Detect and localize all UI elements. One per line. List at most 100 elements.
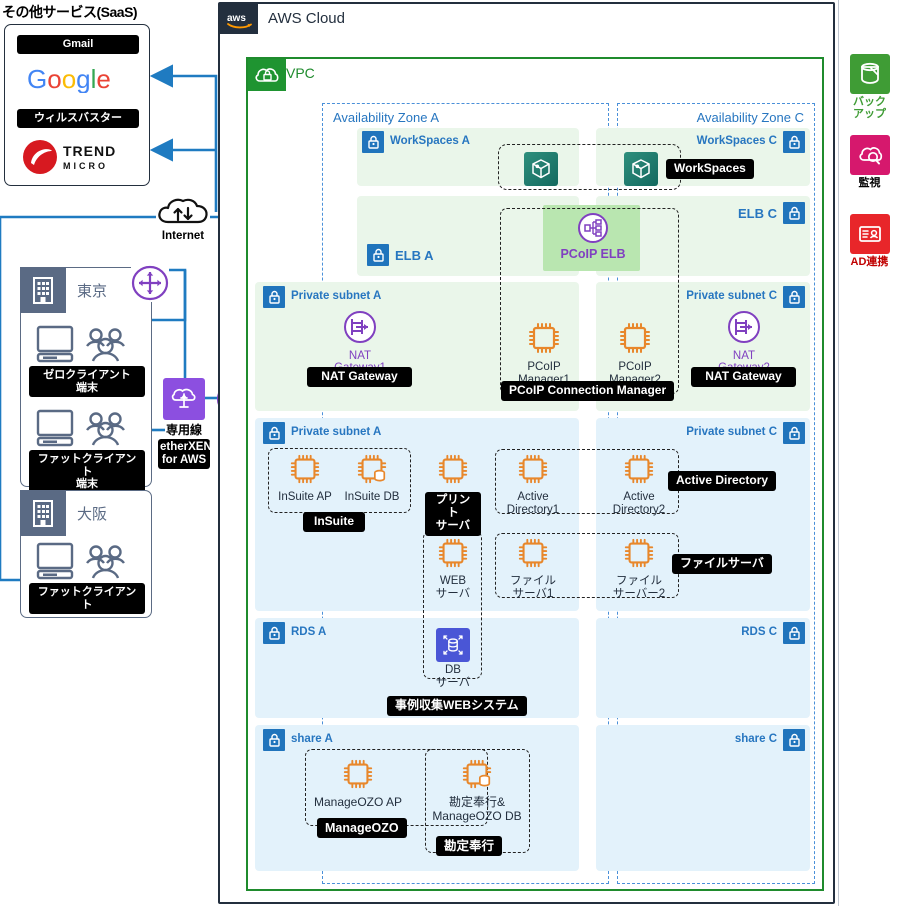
legend-item-monitoring-label: 監視: [858, 177, 881, 189]
node-kanjo-manageozo-db: 勘定奉行& ManageOZO DB: [428, 757, 526, 824]
ec2-instance-icon: [438, 538, 468, 568]
ec2-instance-icon: [438, 454, 468, 484]
tokyo-client-1-tag: ファットクライアント 端末: [29, 450, 145, 494]
office-tokyo-name: 東京: [77, 283, 108, 300]
legend-item-ad-integration-label: AD連携: [850, 256, 889, 268]
direct-connect-tag: etherXEN for AWS: [158, 439, 212, 470]
node-db-server: DB サーバ: [425, 628, 481, 690]
node-file-server-1: ファイル サーバ1: [503, 536, 563, 601]
google-logo: Google: [27, 64, 131, 94]
node-nat-gateway-1: NAT Gateway1: [323, 310, 397, 374]
band-rds-c: RDS C: [596, 618, 810, 718]
internet-label: Internet: [161, 230, 205, 242]
insuite-tag: InSuite: [303, 512, 365, 532]
saas-title: その他サービス(SaaS): [2, 4, 138, 20]
node-db-server-label: DB サーバ: [435, 664, 471, 690]
lock-icon: [263, 422, 285, 444]
node-file-server-2: ファイル サーバー2: [608, 536, 670, 601]
node-active-directory-1: Active Directory1: [503, 452, 563, 517]
node-insuite-db-label: InSuite DB: [344, 491, 400, 503]
ec2-database-icon: [357, 454, 387, 484]
node-insuite-ap-label: InSuite AP: [278, 491, 332, 503]
tokyo-client-0-tag: ゼロクライアント 端末: [29, 366, 145, 398]
svg-text:TREND: TREND: [63, 143, 116, 159]
lock-icon: [783, 622, 805, 644]
legend-item-ad-integration: AD連携: [840, 214, 899, 268]
node-active-directory-2-label: Active Directory2: [612, 491, 666, 517]
legend-item-backup-label: バック アップ: [853, 96, 886, 121]
node-workspaces-c: [624, 152, 658, 186]
desktop-users-icon: [35, 408, 139, 453]
manageozo-tag: ManageOZO: [317, 818, 407, 839]
legend-item-monitoring: 監視: [840, 135, 899, 189]
file-server-tag: ファイルサーバ: [672, 554, 772, 574]
svg-text:aws: aws: [227, 13, 246, 24]
elb-icon: [578, 213, 608, 243]
lock-icon: [783, 422, 805, 444]
svg-text:MICRO: MICRO: [63, 161, 108, 171]
lock-icon: [263, 622, 285, 644]
node-pcoip-elb-label: PCoIP ELB: [560, 247, 626, 261]
kanjo-bugyo-tag: 勘定奉行: [436, 836, 503, 857]
workspaces-icon: [524, 152, 558, 186]
directory-service-icon: [849, 214, 890, 254]
svg-text:Google: Google: [27, 65, 111, 93]
node-pcoip-elb: [573, 212, 613, 249]
ec2-instance-icon: [624, 454, 654, 484]
band-share-c: share C: [596, 725, 810, 871]
ec2-instance-icon: [529, 323, 559, 353]
aws-cloud-title: AWS Cloud: [268, 10, 345, 27]
ec2-instance-icon: [620, 323, 650, 353]
internet-cloud-icon: [158, 198, 208, 224]
nat-gateway-2-tag: NAT Gateway: [691, 367, 796, 387]
building-icon: [20, 490, 66, 536]
osaka-client-0-tag: ファットクライアント: [29, 583, 145, 615]
vpc-icon: [248, 59, 286, 91]
band-workspaces-a-title: WorkSpaces A: [390, 135, 470, 147]
office-osaka-name: 大阪: [77, 506, 108, 523]
availability-zone-a-title: Availability Zone A: [333, 110, 439, 125]
band-private-subnet-c-2-title: Private subnet C: [686, 426, 777, 438]
saas-gmail-tag: Gmail: [17, 35, 139, 54]
band-elb-a-title: ELB A: [395, 248, 434, 263]
node-kanjo-manageozo-db-label: 勘定奉行& ManageOZO DB: [432, 795, 522, 823]
node-file-server-2-label: ファイル サーバー2: [612, 575, 666, 601]
vpc-title: VPC: [286, 65, 315, 81]
active-directory-tag: Active Directory: [668, 471, 777, 491]
print-server-tag: プリント サーバ: [425, 492, 481, 536]
node-active-directory-1-label: Active Directory1: [506, 491, 560, 517]
transit-gateway-icon: [131, 264, 169, 302]
band-share-a-title: share A: [291, 733, 333, 745]
saas-panel: Gmail Google ウィルスバスター TREND MICRO: [4, 24, 150, 186]
band-private-subnet-c-1-title: Private subnet C: [686, 290, 777, 302]
ec2-instance-icon: [624, 538, 654, 568]
lock-icon: [783, 131, 805, 153]
band-workspaces-c-title: WorkSpaces C: [696, 135, 777, 147]
band-private-subnet-a-2-title: Private subnet A: [291, 426, 382, 438]
node-pcoip-manager-1: PCoIP Manager1: [512, 320, 576, 387]
saas-virusbuster-tag: ウィルスバスター: [17, 109, 139, 128]
node-pcoip-manager-2: PCoIP Manager2: [603, 320, 667, 387]
band-rds-a-title: RDS A: [291, 626, 327, 638]
building-icon: [20, 267, 66, 313]
lock-icon: [783, 729, 805, 751]
desktop-users-icon: [35, 324, 139, 369]
desktop-users-icon: [35, 541, 139, 586]
lock-icon: [362, 131, 384, 153]
lock-icon: [367, 244, 389, 266]
office-osaka: 大阪 ファットクライアント: [20, 490, 152, 618]
availability-zone-c-title: Availability Zone C: [696, 110, 804, 125]
band-rds-c-title: RDS C: [741, 626, 777, 638]
node-nat-gateway-2: NAT Gateway2: [707, 310, 781, 374]
trend-micro-logo: TREND MICRO: [19, 137, 139, 177]
nat-gateway-1-tag: NAT Gateway: [307, 367, 412, 387]
node-active-directory-2: Active Directory2: [608, 452, 670, 517]
direct-connect-icon: [163, 378, 205, 420]
band-private-subnet-a-1-title: Private subnet A: [291, 290, 382, 302]
workspaces-tag: WorkSpaces: [666, 159, 754, 179]
nat-gateway-icon: [344, 311, 376, 343]
cloudwatch-icon: [849, 135, 890, 175]
internet-node: Internet: [156, 196, 210, 246]
ec2-instance-icon: [343, 759, 373, 789]
band-elb-c-title: ELB C: [738, 206, 777, 221]
